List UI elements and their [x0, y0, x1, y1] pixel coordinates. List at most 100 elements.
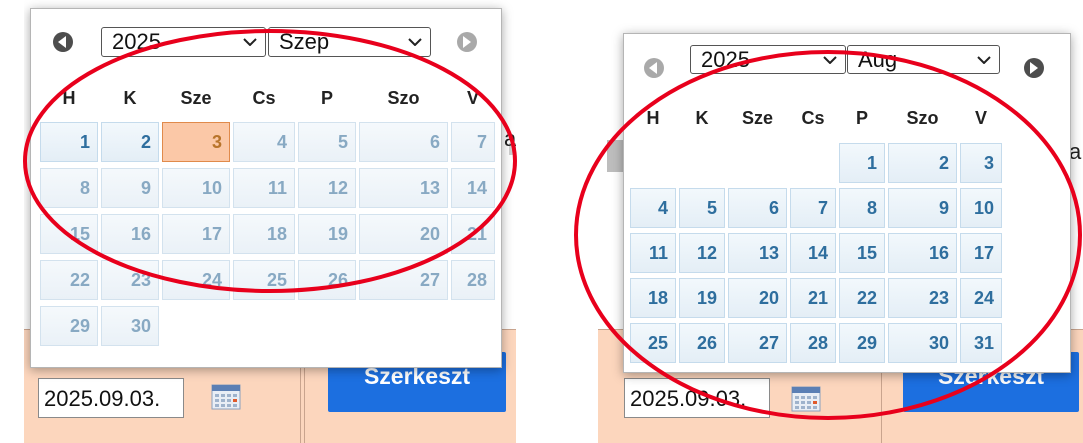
day-cell[interactable]: 21	[451, 214, 495, 254]
left-screenshot-panel: a 2025.09.03. Szerkeszt 2025 Szep H K Sz…	[24, 0, 516, 443]
day-cell[interactable]: 19	[298, 214, 356, 254]
day-cell[interactable]: 9	[101, 168, 159, 208]
day-cell[interactable]: 13	[728, 233, 787, 273]
day-cell[interactable]: 20	[359, 214, 448, 254]
date-input[interactable]: 2025.09.03.	[624, 378, 770, 418]
day-cell[interactable]: 25	[630, 323, 676, 363]
calendar-icon[interactable]	[211, 384, 241, 410]
weekday-header: P	[855, 108, 868, 128]
day-cell[interactable]: 16	[101, 214, 159, 254]
day-cell[interactable]: 13	[359, 168, 448, 208]
day-cell[interactable]: 12	[679, 233, 725, 273]
day-cell[interactable]: 4	[233, 122, 295, 162]
weekday-header: H	[62, 88, 76, 108]
year-select[interactable]: 2025	[690, 45, 846, 74]
month-value: Szep	[279, 29, 330, 54]
month-value: Aug	[858, 47, 898, 72]
year-value: 2025	[701, 47, 750, 72]
day-cell[interactable]: 26	[298, 260, 356, 300]
date-input[interactable]: 2025.09.03.	[38, 378, 184, 418]
prev-month-icon[interactable]	[53, 32, 73, 52]
weekday-header: Sze	[741, 108, 774, 128]
day-cell[interactable]: 17	[162, 214, 230, 254]
day-cell[interactable]: 23	[888, 278, 957, 318]
day-cell[interactable]: 9	[888, 188, 957, 228]
day-cell[interactable]: 8	[839, 188, 885, 228]
weekday-header: Cs	[801, 108, 825, 128]
day-cell[interactable]: 6	[359, 122, 448, 162]
day-cell[interactable]: 28	[451, 260, 495, 300]
day-cell[interactable]: 7	[451, 122, 495, 162]
day-cell[interactable]: 11	[233, 168, 295, 208]
weekday-header: P	[320, 88, 333, 108]
chevron-down-icon	[408, 38, 422, 46]
month-select[interactable]: Szep	[268, 27, 431, 57]
year-select[interactable]: 2025	[101, 27, 266, 57]
day-cell[interactable]: 29	[839, 323, 885, 363]
chevron-down-icon	[977, 56, 991, 64]
ghost-text: a	[504, 126, 516, 151]
day-cell[interactable]: 6	[728, 188, 787, 228]
day-cell[interactable]: 2	[888, 143, 957, 183]
month-select[interactable]: Aug	[847, 45, 1000, 74]
day-cell[interactable]: 5	[298, 122, 356, 162]
weekday-header: H	[646, 108, 660, 128]
day-cell[interactable]: 7	[790, 188, 836, 228]
day-cell[interactable]: 10	[960, 188, 1002, 228]
day-cell[interactable]: 31	[960, 323, 1002, 363]
day-cell[interactable]: 28	[790, 323, 836, 363]
day-cell[interactable]: 15	[839, 233, 885, 273]
weekday-header: Cs	[252, 88, 276, 108]
day-cell[interactable]: 1	[40, 122, 98, 162]
weekday-header: V	[974, 108, 987, 128]
day-cell[interactable]: 5	[679, 188, 725, 228]
day-cell[interactable]: 18	[233, 214, 295, 254]
datepicker-popup: 2025 Aug H K Sze Cs P Szo V 1 2 3 4 5 6 7 8 9 10 11 12 13 14…	[623, 33, 1071, 373]
day-cell[interactable]: 17	[960, 233, 1002, 273]
day-cell[interactable]: 19	[679, 278, 725, 318]
chevron-down-icon	[823, 56, 837, 64]
day-cell[interactable]: 23	[101, 260, 159, 300]
day-cell[interactable]: 2	[101, 122, 159, 162]
day-cell[interactable]: 10	[162, 168, 230, 208]
day-cell[interactable]: 21	[790, 278, 836, 318]
day-cell[interactable]: 30	[888, 323, 957, 363]
day-cell[interactable]: 14	[451, 168, 495, 208]
day-cell[interactable]: 30	[101, 306, 159, 346]
day-cell[interactable]: 25	[233, 260, 295, 300]
day-cell[interactable]: 24	[162, 260, 230, 300]
day-cell-today[interactable]: 3	[162, 122, 230, 162]
datepicker-header: 2025 Szep	[31, 21, 501, 71]
day-cell[interactable]: 26	[679, 323, 725, 363]
chevron-down-icon	[243, 38, 257, 46]
day-cell[interactable]: 18	[630, 278, 676, 318]
datepicker-popup: 2025 Szep H K Sze Cs P Szo V 1 2 3 4 5 6 7 8 9 10 11 12 13 1…	[30, 8, 502, 368]
day-cell[interactable]: 22	[40, 260, 98, 300]
weekday-header: K	[695, 108, 709, 128]
day-cell[interactable]: 27	[359, 260, 448, 300]
day-cell[interactable]: 27	[728, 323, 787, 363]
day-cell[interactable]: 1	[839, 143, 885, 183]
weekday-header: Sze	[180, 88, 212, 108]
day-cell[interactable]: 14	[790, 233, 836, 273]
day-cell[interactable]: 16	[888, 233, 957, 273]
day-cell[interactable]: 20	[728, 278, 787, 318]
day-cell[interactable]: 4	[630, 188, 676, 228]
day-cell[interactable]: 8	[40, 168, 98, 208]
weekday-header: Szo	[906, 108, 939, 128]
day-cell[interactable]: 11	[630, 233, 676, 273]
weekday-header: V	[466, 88, 479, 108]
weekday-header: K	[123, 88, 137, 108]
day-cell[interactable]: 15	[40, 214, 98, 254]
weekday-header: Szo	[387, 88, 420, 108]
prev-month-icon[interactable]	[644, 58, 664, 78]
day-cell[interactable]: 29	[40, 306, 98, 346]
next-month-icon[interactable]	[1024, 58, 1044, 78]
day-cell[interactable]: 24	[960, 278, 1002, 318]
next-month-icon[interactable]	[457, 32, 477, 52]
calendar-icon[interactable]	[791, 386, 821, 412]
day-cell[interactable]: 3	[960, 143, 1002, 183]
right-screenshot-panel: a 2025.09.03. Szerkeszt 2025 Aug H K Sze…	[598, 0, 1083, 443]
day-cell[interactable]: 22	[839, 278, 885, 318]
day-cell[interactable]: 12	[298, 168, 356, 208]
